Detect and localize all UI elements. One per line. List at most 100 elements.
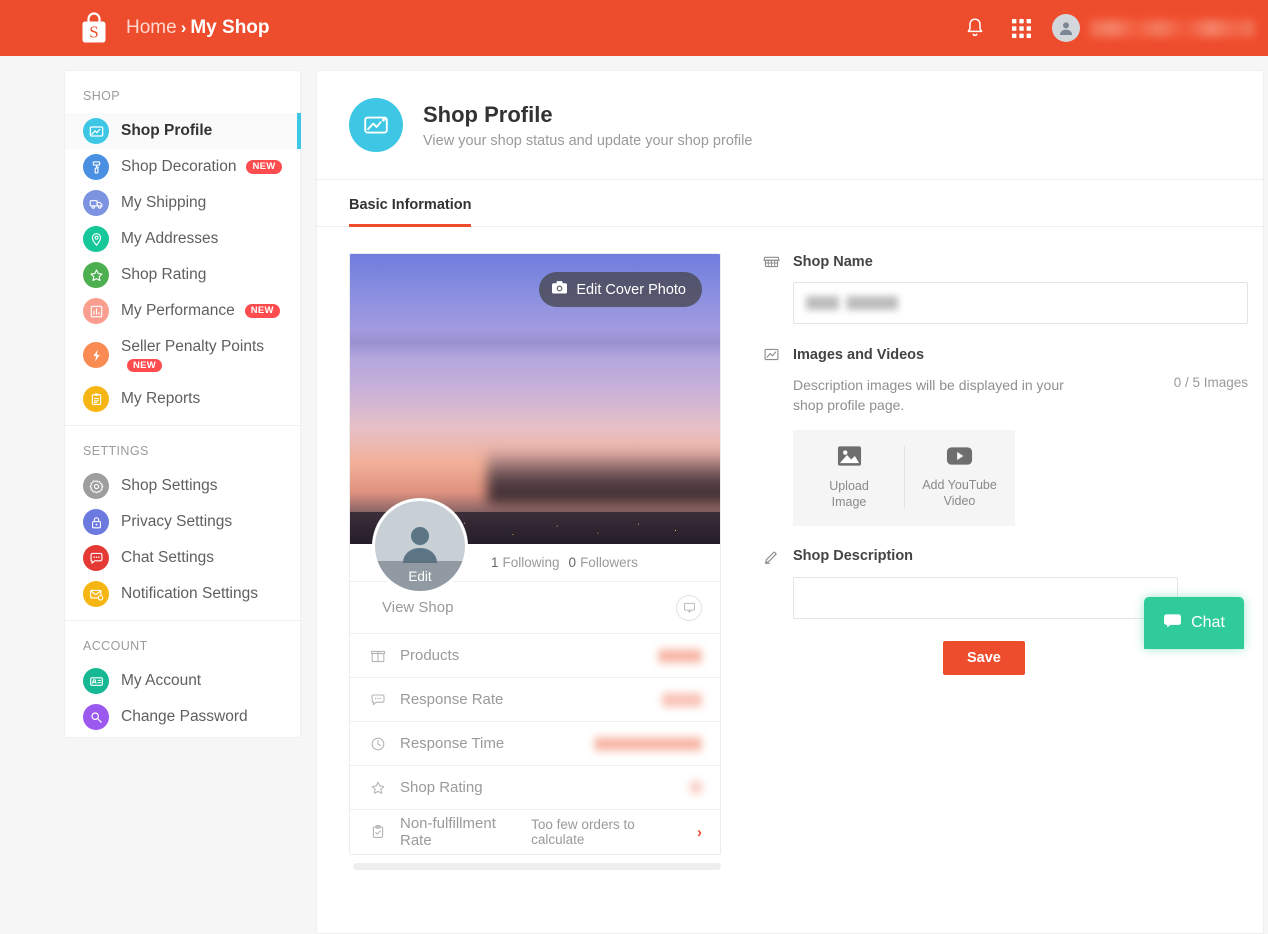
- tab-bar: Basic Information: [317, 180, 1263, 227]
- stat-row[interactable]: Response Rate: [350, 678, 720, 722]
- shop-name-header: Shop Name: [761, 253, 1248, 270]
- stat-value: Too few orders to calculate ›: [531, 817, 702, 847]
- sidebar-item-my-account[interactable]: My Account: [65, 663, 300, 699]
- shop-description-input[interactable]: [793, 576, 1178, 619]
- sidebar-item-body: Shop Profile: [121, 122, 212, 140]
- chevron-right-icon[interactable]: ›: [697, 824, 702, 841]
- shop-name-input[interactable]: [793, 282, 1248, 324]
- sidebar-item-chat-settings[interactable]: Chat Settings: [65, 540, 300, 576]
- mail-bell-icon: [83, 581, 109, 607]
- page-title: Shop Profile: [423, 101, 553, 127]
- chat-bubble-icon: [1163, 613, 1182, 633]
- stat-label: Products: [400, 647, 460, 664]
- sidebar-item-label: Notification Settings: [121, 585, 258, 602]
- sidebar-item-label: My Reports: [121, 390, 201, 407]
- stat-row[interactable]: Shop Rating: [350, 766, 720, 810]
- chat-label: Chat: [1191, 614, 1225, 631]
- stat-value: [662, 692, 702, 707]
- stat-label: Shop Rating: [400, 779, 483, 796]
- lightning-bolt-icon: [83, 342, 109, 368]
- stat-row[interactable]: Response Time: [350, 722, 720, 766]
- shop-description-label: Shop Description: [793, 548, 914, 565]
- notification-bell-icon[interactable]: [952, 0, 998, 56]
- star-icon: [83, 262, 109, 288]
- sidebar-item-body: Seller Penalty Points NEW: [121, 338, 264, 373]
- gear-icon: [83, 473, 109, 499]
- stat-label: Response Time: [400, 735, 505, 752]
- pencil-icon: [761, 548, 781, 565]
- location-pin-icon: [83, 226, 109, 252]
- stat-value: [690, 781, 702, 794]
- sidebar-item-body: Chat Settings: [121, 549, 214, 567]
- followers-label: Followers: [580, 555, 638, 570]
- star-outline-icon: [368, 780, 388, 796]
- shop-name-label: Shop Name: [793, 253, 873, 270]
- clock-icon: [368, 736, 388, 752]
- sidebar-item-seller-penalty-points[interactable]: Seller Penalty Points NEW: [65, 329, 300, 381]
- sidebar-item-change-password[interactable]: Change Password: [65, 699, 300, 735]
- cover-photo[interactable]: Edit Cover Photo Edit: [350, 254, 720, 594]
- upload-area: Upload Image Add YouTube Video: [793, 429, 1015, 526]
- breadcrumb-separator-icon: ›: [180, 18, 187, 37]
- sidebar-item-body: My Account: [121, 672, 201, 690]
- sidebar-group-title-settings: SETTINGS: [83, 444, 149, 458]
- sidebar-item-my-shipping[interactable]: My Shipping: [65, 185, 300, 221]
- user-avatar-icon[interactable]: [1052, 14, 1080, 42]
- tab-basic-information[interactable]: Basic Information: [349, 197, 472, 227]
- upload-image-label: Upload Image: [829, 478, 869, 509]
- sidebar-item-label: Shop Rating: [121, 266, 207, 283]
- new-badge: NEW: [244, 304, 280, 318]
- sidebar-item-body: Shop Rating: [121, 266, 206, 284]
- sidebar-item-my-addresses[interactable]: My Addresses: [65, 221, 300, 257]
- sidebar-item-body: Notification Settings: [121, 585, 258, 603]
- new-badge: NEW: [127, 358, 163, 373]
- breadcrumb-current: My Shop: [190, 17, 270, 38]
- apps-grid-icon[interactable]: [998, 0, 1044, 56]
- non-fulfillment-value: Too few orders to calculate: [531, 817, 635, 847]
- sidebar-item-label: My Addresses: [121, 230, 219, 247]
- sidebar-item-shop-profile[interactable]: Shop Profile: [65, 113, 301, 149]
- shop-avatar[interactable]: Edit: [372, 498, 468, 594]
- avatar-edit-label[interactable]: Edit: [375, 561, 465, 591]
- save-button[interactable]: Save: [943, 640, 1025, 675]
- page-body: SHOP Shop Profile Shop Decoration NEW My…: [0, 56, 1268, 934]
- sidebar-item-notification-settings[interactable]: Notification Settings: [65, 576, 300, 612]
- sidebar-item-shop-rating[interactable]: Shop Rating: [65, 257, 300, 293]
- sidebar-item-shop-settings[interactable]: Shop Settings: [65, 468, 300, 504]
- stat-row[interactable]: Products: [350, 634, 720, 678]
- sidebar-item-label: Seller Penalty Points: [121, 337, 265, 355]
- followers-count: 0: [568, 555, 577, 570]
- sidebar-item-label: Shop Profile: [121, 122, 213, 139]
- clipboard-check-icon: [368, 824, 388, 840]
- desktop-monitor-icon[interactable]: [676, 594, 702, 621]
- breadcrumb-home[interactable]: Home: [126, 17, 177, 39]
- content-columns: Edit Cover Photo Edit 1 Following 0 Foll…: [317, 227, 1263, 870]
- svg-text:S: S: [89, 23, 98, 42]
- sidebar-item-label: Shop Decoration: [121, 158, 237, 175]
- sidebar-item-privacy-settings[interactable]: Privacy Settings: [65, 504, 300, 540]
- images-videos-field: Images and Videos Description images wil…: [761, 346, 1248, 526]
- edit-cover-photo-button[interactable]: Edit Cover Photo: [539, 272, 702, 307]
- sidebar-item-body: Shop Decoration NEW: [121, 158, 282, 176]
- sidebar-item-my-reports[interactable]: My Reports: [65, 381, 300, 417]
- youtube-play-icon: [946, 446, 973, 471]
- sidebar-item-my-performance[interactable]: My Performance NEW: [65, 293, 300, 329]
- stat-value: [658, 648, 702, 663]
- header-actions: [952, 0, 1268, 56]
- sidebar-group-title-account: ACCOUNT: [83, 639, 148, 653]
- sidebar-item-label: Change Password: [121, 708, 248, 725]
- picture-icon: [837, 445, 862, 472]
- shopee-bag-logo[interactable]: S: [78, 11, 110, 45]
- sidebar-item-shop-decoration[interactable]: Shop Decoration NEW: [65, 149, 300, 185]
- shop-profile-icon: [83, 118, 109, 144]
- images-videos-label: Images and Videos: [793, 346, 925, 363]
- add-youtube-video-button[interactable]: Add YouTube Video: [904, 445, 1014, 510]
- chat-widget-button[interactable]: Chat: [1144, 597, 1244, 649]
- upload-image-button[interactable]: Upload Image: [794, 445, 904, 510]
- username-label[interactable]: [1090, 19, 1254, 37]
- shop-name-field: Shop Name: [761, 253, 1248, 324]
- page-header: Shop Profile View your shop status and u…: [317, 71, 1263, 179]
- page-header-text: Shop Profile View your shop status and u…: [423, 101, 752, 150]
- horizontal-scrollbar[interactable]: [353, 863, 721, 870]
- stat-row[interactable]: Non-fulfillment Rate Too few orders to c…: [350, 810, 720, 854]
